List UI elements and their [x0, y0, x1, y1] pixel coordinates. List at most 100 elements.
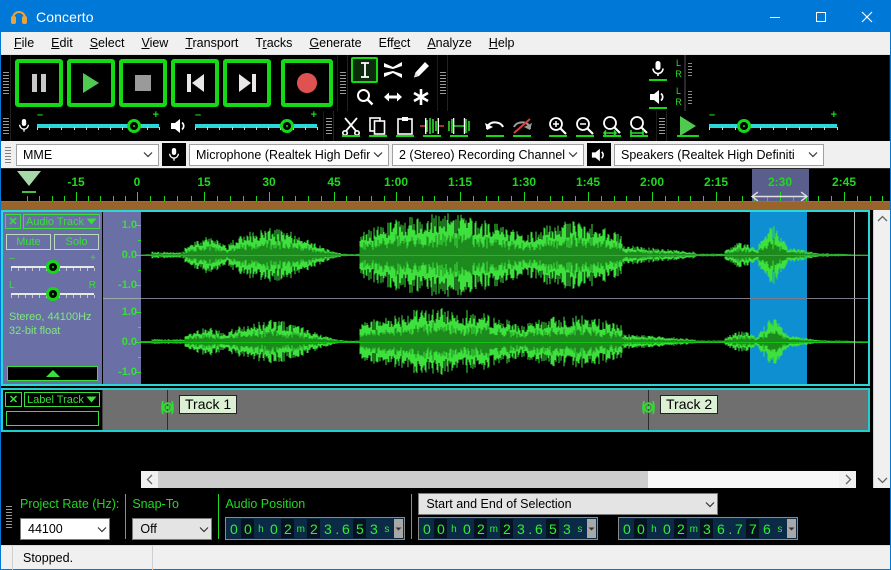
paste-button[interactable] — [392, 113, 418, 139]
silence-audio-button[interactable] — [446, 113, 472, 139]
fit-project-button[interactable] — [626, 113, 652, 139]
close-button[interactable] — [844, 1, 890, 32]
time-digit[interactable]: 0 — [660, 519, 674, 538]
label-drag-handle[interactable] — [642, 400, 655, 415]
label-text[interactable]: Track 2 — [660, 395, 719, 414]
time-digit[interactable]: 0 — [420, 519, 434, 538]
menu-effect[interactable]: Effect — [371, 33, 420, 53]
time-digit[interactable]: 0 — [241, 519, 255, 538]
recording-channels-combo[interactable]: 2 (Stereo) Recording Channels — [392, 143, 584, 166]
ruler-scrub-bar[interactable] — [1, 202, 890, 210]
audio-track-vertical-ruler[interactable]: 1.0 0.0 -1.0 1.0 0.0 -1.0 — [103, 212, 141, 384]
horizontal-scrollbar[interactable] — [141, 471, 856, 488]
selection-mode-combo[interactable]: Start and End of Selection — [418, 493, 719, 515]
skip-to-start-button[interactable] — [171, 59, 219, 107]
time-digit[interactable]: 3 — [514, 519, 528, 538]
playback-meter-button[interactable] — [643, 83, 673, 111]
recording-device-combo[interactable]: Microphone (Realtek High Defini — [189, 143, 389, 166]
time-digit[interactable]: 2 — [281, 519, 295, 538]
selection-tool[interactable] — [351, 57, 378, 83]
playback-meter-bar[interactable]: —-57--54--51--48--45--42--39--36--33--30… — [684, 83, 686, 111]
time-digit[interactable]: 5 — [353, 519, 367, 538]
scroll-right-button[interactable] — [839, 471, 856, 488]
time-digit[interactable]: 0 — [460, 519, 474, 538]
time-digit[interactable]: 6 — [714, 519, 728, 538]
recording-meter-bar[interactable]: —-57--54--51--48--45--42--39--36--33--30… — [684, 55, 686, 83]
mute-button[interactable]: Mute — [6, 234, 51, 250]
selection-end-time[interactable]: 00h02m36.776s — [618, 517, 799, 540]
meter-toolbar-grip[interactable] — [438, 55, 448, 111]
zoom-in-button[interactable] — [545, 113, 571, 139]
menu-help[interactable]: Help — [481, 33, 524, 53]
audio-track[interactable]: ✕ Audio Track Mute Solo – + L R Stereo, … — [1, 210, 870, 386]
menu-file[interactable]: File — [6, 33, 43, 53]
time-digit[interactable]: 0 — [267, 519, 281, 538]
start-monitoring-button[interactable] — [643, 55, 673, 83]
time-digit[interactable]: 3 — [367, 519, 381, 538]
copy-button[interactable] — [365, 113, 391, 139]
time-digit[interactable]: 2 — [674, 519, 688, 538]
pinned-play-head-icon[interactable] — [17, 171, 41, 186]
label-track-collapse-button[interactable] — [6, 411, 99, 426]
audio-track-close-button[interactable]: ✕ — [5, 214, 21, 229]
project-rate-combo[interactable]: 44100 — [20, 517, 110, 540]
stop-button[interactable] — [119, 59, 167, 107]
label-track-control-panel[interactable]: ✕ Label Track — [3, 390, 103, 430]
time-digit[interactable]: 2 — [307, 519, 321, 538]
menu-transport[interactable]: Transport — [177, 33, 247, 53]
label-drag-handle[interactable] — [161, 400, 174, 415]
time-digit[interactable]: 2 — [474, 519, 488, 538]
label-track-body[interactable]: Track 1 Track 2 — [103, 390, 868, 430]
time-digit[interactable]: 3 — [321, 519, 335, 538]
menu-tracks[interactable]: Tracks — [247, 33, 301, 53]
selection-start-time[interactable]: 00h02m23.653s — [418, 517, 599, 540]
menu-view[interactable]: View — [133, 33, 177, 53]
time-spinner[interactable] — [587, 519, 597, 538]
audio-host-combo[interactable]: MME — [16, 143, 159, 166]
audio-track-title-dropdown[interactable]: Audio Track — [22, 214, 100, 229]
time-digit[interactable]: 6 — [339, 519, 353, 538]
pause-button[interactable] — [15, 59, 63, 107]
play-at-speed-button[interactable] — [673, 113, 703, 139]
time-digit[interactable]: 3 — [560, 519, 574, 538]
recording-meter-resize-grip[interactable] — [686, 55, 694, 83]
horizontal-scroll-trough[interactable] — [158, 471, 839, 488]
label-track-title-dropdown[interactable]: Label Track — [24, 392, 100, 407]
time-digit[interactable]: 3 — [700, 519, 714, 538]
fit-selection-button[interactable] — [599, 113, 625, 139]
time-spinner[interactable] — [787, 519, 797, 538]
label-text[interactable]: Track 1 — [179, 395, 238, 414]
recording-volume-knob[interactable] — [127, 119, 142, 133]
transport-toolbar-grip[interactable] — [1, 55, 11, 111]
snap-to-combo[interactable]: Off — [132, 517, 213, 540]
minimize-button[interactable] — [752, 1, 798, 32]
zoom-out-button[interactable] — [572, 113, 598, 139]
pan-slider[interactable]: L R — [9, 280, 96, 304]
time-digit[interactable]: 7 — [746, 519, 760, 538]
cut-button[interactable] — [338, 113, 364, 139]
pan-knob[interactable] — [45, 287, 60, 301]
time-digit[interactable]: 0 — [620, 519, 634, 538]
time-digit[interactable]: 0 — [227, 519, 241, 538]
time-digit[interactable]: 2 — [500, 519, 514, 538]
gain-slider[interactable]: – + — [9, 253, 96, 277]
menu-analyze[interactable]: Analyze — [419, 33, 480, 53]
recording-volume-slider[interactable]: – + — [37, 109, 160, 137]
waveform-channel-right[interactable] — [141, 299, 868, 384]
scroll-left-button[interactable] — [141, 471, 158, 488]
horizontal-scroll-thumb[interactable] — [158, 471, 649, 488]
time-digit[interactable]: 6 — [760, 519, 774, 538]
undo-button[interactable] — [482, 113, 508, 139]
edit-toolbar-grip[interactable] — [324, 111, 334, 141]
solo-button[interactable]: Solo — [54, 234, 99, 250]
vertical-scrollbar[interactable] — [873, 210, 890, 488]
menu-edit[interactable]: Edit — [43, 33, 82, 53]
multi-tool[interactable] — [407, 84, 434, 110]
timeline-ruler[interactable]: -15 0 15 30 45 1:00 1:15 1:30 1:45 2:00 2:15 2:30 2:… — [1, 168, 890, 210]
selection-toolbar-grip[interactable] — [3, 488, 14, 545]
skip-to-end-button[interactable] — [223, 59, 271, 107]
record-button[interactable] — [281, 59, 333, 107]
audio-track-waveform[interactable] — [141, 212, 868, 384]
time-shift-tool[interactable] — [379, 84, 406, 110]
menu-select[interactable]: Select — [82, 33, 134, 53]
